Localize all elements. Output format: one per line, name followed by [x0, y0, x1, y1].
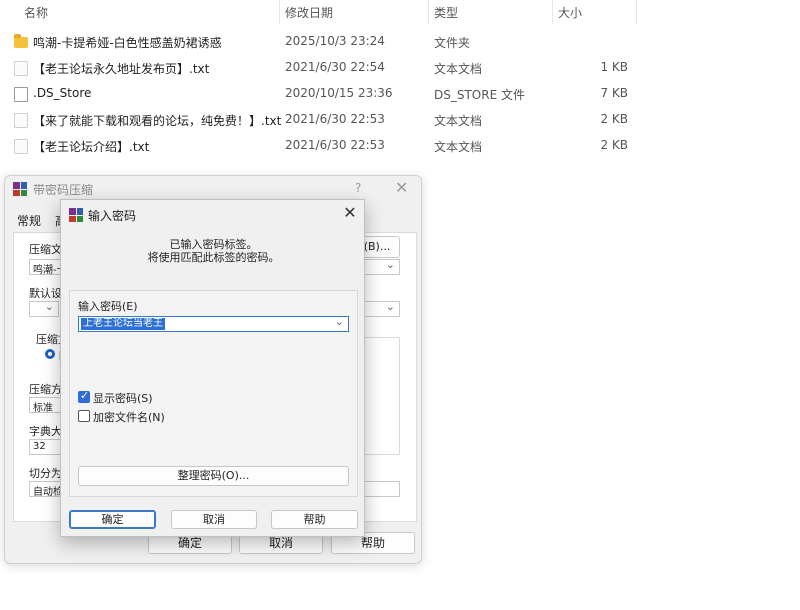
info-line: 已输入密码标签。: [169, 238, 258, 251]
file-date: 2021/6/30 22:53: [285, 138, 385, 152]
cancel-button[interactable]: 取消: [171, 510, 257, 529]
winrar-icon: [69, 208, 83, 222]
close-icon[interactable]: ✕: [341, 202, 359, 224]
file-date: 2021/6/30 22:53: [285, 112, 385, 126]
close-icon[interactable]: ✕: [395, 178, 408, 197]
password-dialog-title: 输入密码: [88, 209, 137, 223]
column-divider[interactable]: [636, 0, 637, 24]
file-size: 7 KB: [600, 86, 628, 100]
file-row[interactable]: 【老王论坛永久地址发布页】.txt 2021/6/30 22:54 文本文档 1…: [0, 55, 640, 81]
archive-dialog-title: 带密码压缩: [33, 183, 94, 197]
column-divider[interactable]: [279, 0, 280, 24]
winrar-icon: [13, 182, 27, 196]
profile-field[interactable]: [29, 300, 59, 317]
file-date: 2020/10/15 23:36: [285, 86, 393, 100]
file-name: 【老王论坛介绍】.txt: [33, 140, 150, 154]
file-row[interactable]: 【来了就能下载和观看的论坛，纯免费！】.txt 2021/6/30 22:53 …: [0, 107, 640, 133]
column-header-type[interactable]: 类型: [434, 4, 458, 21]
blank-file-icon: [14, 87, 28, 102]
chevron-down-icon[interactable]: ⌄: [335, 315, 344, 328]
encrypt-filenames-label[interactable]: 加密文件名(N): [93, 409, 165, 425]
file-type: DS_STORE 文件: [434, 88, 525, 102]
file-size: 2 KB: [600, 138, 628, 152]
encrypt-filenames-checkbox[interactable]: [78, 410, 90, 422]
format-radio[interactable]: [45, 349, 55, 359]
tab-general[interactable]: 常规: [17, 212, 41, 229]
compression-method-label: 压缩方: [29, 383, 62, 396]
file-row[interactable]: 【老王论坛介绍】.txt 2021/6/30 22:53 文本文档 2 KB: [0, 133, 640, 159]
text-file-icon: [14, 61, 28, 76]
file-name: 【来了就能下载和观看的论坛，纯免费！】.txt: [33, 114, 282, 128]
options-group: [359, 337, 400, 455]
file-size: 1 KB: [600, 60, 628, 74]
password-label: 输入密码(E): [78, 300, 138, 313]
file-type: 文本文档: [434, 62, 483, 76]
password-value[interactable]: 上老王论坛当老王: [81, 318, 165, 330]
folder-icon: [14, 34, 28, 48]
file-size: 2 KB: [600, 112, 628, 126]
password-label-info: 已输入密码标签。 将使用匹配此标签的密码。: [61, 238, 366, 264]
help-button[interactable]: 帮助: [271, 510, 358, 529]
file-type: 文件夹: [434, 36, 471, 50]
sort-ascending-icon: ^: [146, 0, 154, 5]
info-line: 将使用匹配此标签的密码。: [147, 251, 280, 264]
file-name: 鸣潮-卡提希娅-白色性感盖奶裙诱惑: [33, 36, 222, 50]
file-row-folder[interactable]: 鸣潮-卡提希娅-白色性感盖奶裙诱惑 2025/10/3 23:24 文件夹: [0, 29, 640, 55]
column-header-date[interactable]: 修改日期: [285, 4, 333, 21]
show-password-checkbox[interactable]: [78, 389, 90, 403]
text-file-icon: [14, 139, 28, 154]
archive-name-label: 压缩文: [29, 243, 62, 256]
column-header-name[interactable]: 名称: [24, 4, 48, 21]
split-volumes-label: 切分为: [29, 467, 62, 480]
file-date: 2021/6/30 22:54: [285, 60, 385, 74]
help-icon[interactable]: ?: [355, 181, 361, 195]
file-row[interactable]: .DS_Store 2020/10/15 23:36 DS_STORE 文件 7…: [0, 81, 640, 107]
column-header-size[interactable]: 大小: [558, 4, 582, 21]
parameters-field[interactable]: [359, 481, 400, 497]
password-input[interactable]: 上老王论坛当老王 ⌄: [78, 315, 349, 332]
column-divider[interactable]: [552, 0, 553, 24]
file-list-header: ^ 名称 修改日期 类型 大小: [0, 0, 640, 24]
update-mode-dropdown[interactable]: [359, 300, 400, 317]
file-date: 2025/10/3 23:24: [285, 34, 385, 48]
file-type: 文本文档: [434, 114, 483, 128]
file-type: 文本文档: [434, 140, 483, 154]
file-name: .DS_Store: [33, 86, 92, 100]
password-dialog: 输入密码 ✕ 已输入密码标签。 将使用匹配此标签的密码。 输入密码(E) 上老王…: [60, 199, 365, 537]
dictionary-size-label: 字典大: [29, 425, 62, 438]
ok-button[interactable]: 确定: [69, 510, 156, 529]
column-divider[interactable]: [428, 0, 429, 24]
show-password-label[interactable]: 显示密码(S): [93, 390, 153, 406]
text-file-icon: [14, 113, 28, 128]
organize-passwords-button[interactable]: 整理密码(O)...: [78, 466, 349, 486]
file-name: 【老王论坛永久地址发布页】.txt: [33, 62, 210, 76]
